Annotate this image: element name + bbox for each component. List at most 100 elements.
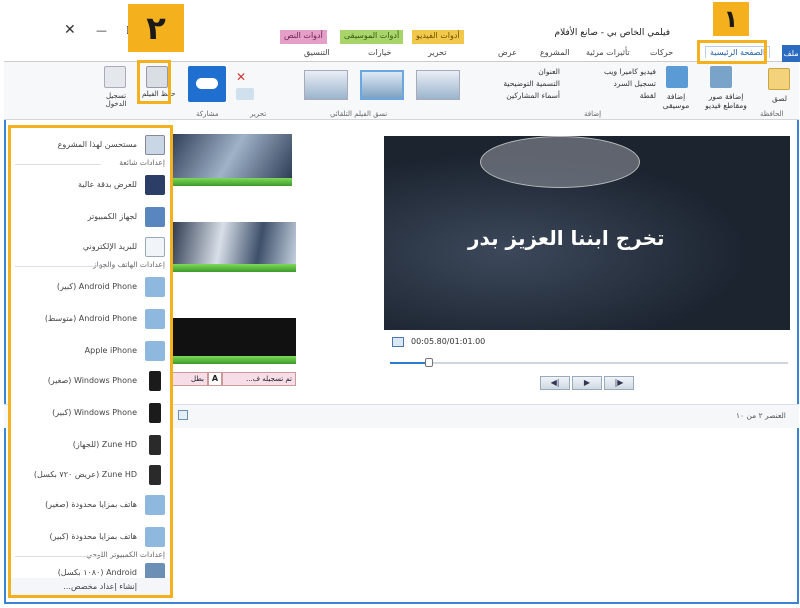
menu-item-label: Android Phone (متوسط) bbox=[44, 314, 137, 323]
menu-item-label: Windows Phone (كبير) bbox=[52, 408, 137, 417]
phone-icon bbox=[145, 495, 165, 515]
remove-icon[interactable]: ✕ bbox=[236, 70, 254, 84]
menu-item-label: Android Phone (كبير) bbox=[56, 282, 137, 291]
tab-project[interactable]: المشروع bbox=[540, 48, 569, 57]
automovie-theme-1[interactable] bbox=[416, 70, 460, 100]
storyboard-caption-chip-1[interactable]: تم تسجيله ف... bbox=[222, 372, 296, 386]
menu-item-label: للعرض بدقة عالية bbox=[77, 180, 137, 189]
seek-progress bbox=[390, 362, 428, 364]
close-button[interactable]: ✕ bbox=[64, 22, 76, 38]
preview-caption-text: تخرج ابننا العزيز بدر bbox=[468, 226, 665, 250]
storyboard-audio-3 bbox=[170, 356, 296, 364]
phone-icon bbox=[145, 341, 165, 361]
menu-item-label: إنشاء إعداد مخصص... bbox=[63, 582, 137, 591]
windows-phone-icon bbox=[149, 403, 161, 423]
menu-item-wp-small[interactable]: Windows Phone (صغير) bbox=[11, 368, 170, 394]
menu-item-zune-wide[interactable]: Zune HD (عريض ٧٢٠ بكسل) bbox=[11, 462, 170, 488]
automovie-theme-3[interactable] bbox=[304, 70, 348, 100]
tab-view[interactable]: عرض bbox=[498, 48, 517, 57]
storyboard-clip-2[interactable] bbox=[170, 222, 296, 268]
add-music-icon[interactable] bbox=[666, 66, 688, 88]
menu-item-recommended[interactable]: مستحسن لهذا المشروع bbox=[11, 132, 170, 158]
save-movie-menu: مستحسن لهذا المشروع إعدادات شائعة للعرض … bbox=[8, 125, 173, 598]
timecode: 00:05.80/01:01.00 bbox=[411, 337, 486, 346]
credits-button[interactable]: أسماء المشاركين bbox=[470, 91, 560, 100]
storyboard-audio-2 bbox=[170, 264, 296, 272]
tab-edit[interactable]: تحرير bbox=[428, 48, 446, 57]
storyboard-audio-1 bbox=[170, 178, 292, 186]
menu-item-label: لجهاز الكمبيوتر bbox=[87, 212, 137, 221]
menu-item-wp-large[interactable]: Windows Phone (كبير) bbox=[11, 400, 170, 426]
window-title: فيلمي الخاص بي - صانع الأفلام bbox=[554, 28, 671, 38]
callout-badge-2: ٢ bbox=[128, 4, 184, 52]
phone-icon bbox=[145, 527, 165, 547]
menu-item-android-medium[interactable]: Android Phone (متوسط) bbox=[11, 306, 170, 332]
zune-icon bbox=[149, 435, 161, 455]
tab-animations[interactable]: حركات bbox=[650, 48, 673, 57]
edit-group-label: تحرير bbox=[250, 110, 267, 118]
callout-highlight-home-tab bbox=[697, 40, 767, 64]
storyboard-clip-1[interactable] bbox=[170, 134, 292, 180]
menu-item-label: Windows Phone (صغير) bbox=[47, 376, 137, 385]
phone-icon bbox=[145, 309, 165, 329]
tab-visual-effects[interactable]: تأثيرات مرئية bbox=[586, 48, 630, 57]
caption-a-icon: A bbox=[208, 372, 222, 386]
menu-header-phone: إعدادات الهاتف والجهاز bbox=[15, 260, 165, 269]
menu-item-label: هاتف بمزايا محدودة (كبير) bbox=[49, 532, 137, 541]
sign-in-button[interactable]: تسجيل الدخول bbox=[96, 92, 136, 108]
context-tab-video-tools[interactable]: أدوات الفيديو bbox=[412, 30, 464, 44]
storyboard-caption-chip-2[interactable]: بطل bbox=[172, 372, 208, 386]
menu-item-apple-iphone[interactable]: Apple iPhone bbox=[11, 338, 170, 364]
hd-display-icon bbox=[145, 175, 165, 195]
menu-item-label: مستحسن لهذا المشروع bbox=[57, 140, 137, 149]
minimize-button[interactable]: — bbox=[96, 24, 107, 37]
previous-frame-button[interactable]: ◀| bbox=[540, 376, 570, 390]
tab-options[interactable]: خيارات bbox=[368, 48, 391, 57]
fullscreen-icon[interactable] bbox=[392, 337, 404, 347]
menu-item-label: Zune HD (للجهاز) bbox=[72, 440, 137, 449]
next-frame-button[interactable]: |▶ bbox=[604, 376, 634, 390]
add-group-label: إضافة bbox=[584, 110, 602, 118]
title-button[interactable]: العنوان bbox=[470, 67, 560, 76]
menu-item-zune-device[interactable]: Zune HD (للجهاز) bbox=[11, 432, 170, 458]
automovie-theme-2[interactable] bbox=[360, 70, 404, 100]
add-videos-photos-icon[interactable] bbox=[710, 66, 732, 88]
seek-bar[interactable] bbox=[390, 362, 788, 364]
menu-item-basic-phone-large[interactable]: هاتف بمزايا محدودة (كبير) bbox=[11, 524, 170, 550]
menu-item-label: هاتف بمزايا محدودة (صغير) bbox=[45, 500, 137, 509]
menu-item-android-large[interactable]: Android Phone (كبير) bbox=[11, 274, 170, 300]
menu-item-high-def[interactable]: للعرض بدقة عالية bbox=[11, 172, 170, 198]
tab-format[interactable]: التنسيق bbox=[304, 48, 330, 57]
zoom-icon[interactable] bbox=[178, 410, 188, 420]
tab-file[interactable]: ملف bbox=[782, 45, 800, 62]
windows-phone-icon bbox=[149, 371, 161, 391]
menu-item-label: للبريد الإلكتروني bbox=[82, 242, 137, 251]
caption-button[interactable]: التسمية التوضيحية bbox=[470, 79, 560, 88]
onedrive-icon[interactable] bbox=[188, 66, 226, 102]
webcam-video-button[interactable]: فيديو كاميرا ويب bbox=[566, 67, 656, 76]
automovie-group-label: نسق الفيلم التلقائي bbox=[330, 110, 388, 118]
record-narration-button[interactable]: تسجيل السرد bbox=[566, 79, 656, 88]
paste-icon[interactable] bbox=[768, 68, 790, 90]
context-tab-music-tools[interactable]: أدوات الموسيقى bbox=[340, 30, 404, 44]
phone-icon bbox=[145, 277, 165, 297]
menu-item-basic-phone-small[interactable]: هاتف بمزايا محدودة (صغير) bbox=[11, 492, 170, 518]
computer-icon bbox=[145, 207, 165, 227]
sign-in-icon[interactable] bbox=[104, 66, 126, 88]
callout-badge-1: ١ bbox=[713, 2, 749, 36]
menu-item-label: Android (١٠٨٠ بكسل) bbox=[57, 568, 137, 577]
storyboard-clip-3[interactable] bbox=[170, 318, 296, 356]
play-button[interactable]: ▶ bbox=[572, 376, 602, 390]
menu-item-create-custom[interactable]: إنشاء إعداد مخصص... bbox=[11, 578, 170, 595]
film-icon bbox=[145, 135, 165, 155]
context-tab-text-tools[interactable]: أدوات النص bbox=[280, 30, 327, 44]
menu-item-email[interactable]: للبريد الإلكتروني bbox=[11, 234, 170, 260]
ribbon-tab-bar bbox=[4, 44, 799, 62]
item-count: العنصر ٢ من ١٠ bbox=[736, 411, 786, 420]
seek-handle[interactable] bbox=[425, 358, 433, 367]
rotate-icon[interactable] bbox=[236, 88, 254, 100]
email-icon bbox=[145, 237, 165, 257]
paste-label: لصق bbox=[772, 94, 788, 103]
snapshot-button[interactable]: لقطة bbox=[566, 91, 656, 100]
menu-item-computer[interactable]: لجهاز الكمبيوتر bbox=[11, 204, 170, 230]
